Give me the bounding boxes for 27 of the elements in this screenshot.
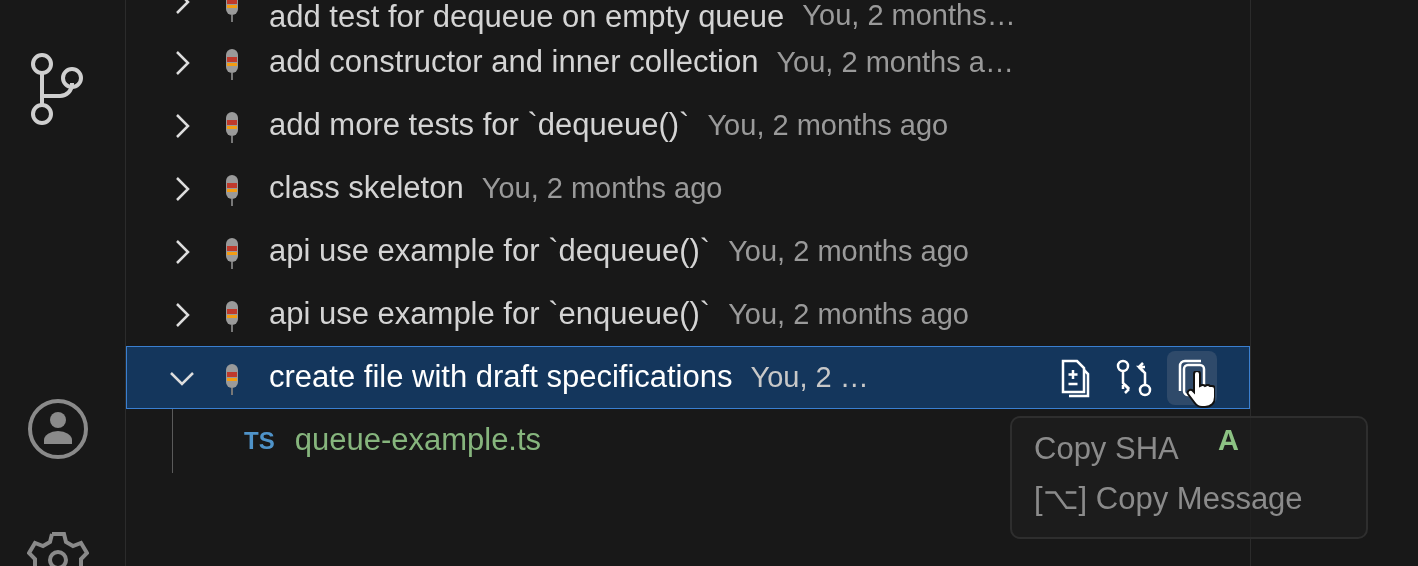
commit-meta: You, 2 months a… — [776, 44, 1014, 80]
commit-row[interactable]: api use example for `enqueue()` You, 2 months ago — [126, 283, 1250, 346]
copy-button[interactable] — [1167, 350, 1217, 405]
typescript-icon: TS — [244, 422, 275, 459]
commit-message: api use example for `enqueue()` — [269, 295, 711, 334]
commit-row[interactable]: api use example for `dequeue()` You, 2 months ago — [126, 220, 1250, 283]
commit-row[interactable]: class skeleton You, 2 months ago — [126, 157, 1250, 220]
commit-message: create file with draft specifications — [269, 358, 733, 397]
commit-message: add test for dequeue on empty queue — [269, 1, 785, 32]
commit-row[interactable]: add more tests for `dequeue()` You, 2 months ago — [126, 94, 1250, 157]
commit-meta: You, 2 months ago — [728, 296, 969, 332]
commit-meta: You, 2 months… — [802, 1, 1016, 30]
settings-icon[interactable] — [27, 530, 89, 566]
tooltip-item[interactable]: Copy SHA — [1034, 428, 1179, 470]
commit-message: add constructor and inner collection — [269, 43, 759, 82]
commit-message: api use example for `dequeue()` — [269, 232, 711, 271]
file-status: A — [1218, 422, 1239, 458]
account-icon[interactable] — [27, 398, 89, 460]
commit-message: add more tests for `dequeue()` — [269, 106, 690, 145]
file-name: queue-example.ts — [294, 421, 542, 460]
commit-meta: You, 2 months ago — [728, 233, 969, 269]
tooltip-item[interactable]: [⌥] Copy Message — [1034, 478, 1303, 520]
commit-meta: You, 2 months ago — [481, 170, 723, 206]
commit-row[interactable]: create file with draft specifications You, 2 … — [126, 346, 1250, 409]
commit-meta: You, 2 months ago — [707, 107, 949, 143]
commit-message: class skeleton — [269, 169, 464, 208]
commit-meta: You, 2 … — [750, 359, 869, 395]
